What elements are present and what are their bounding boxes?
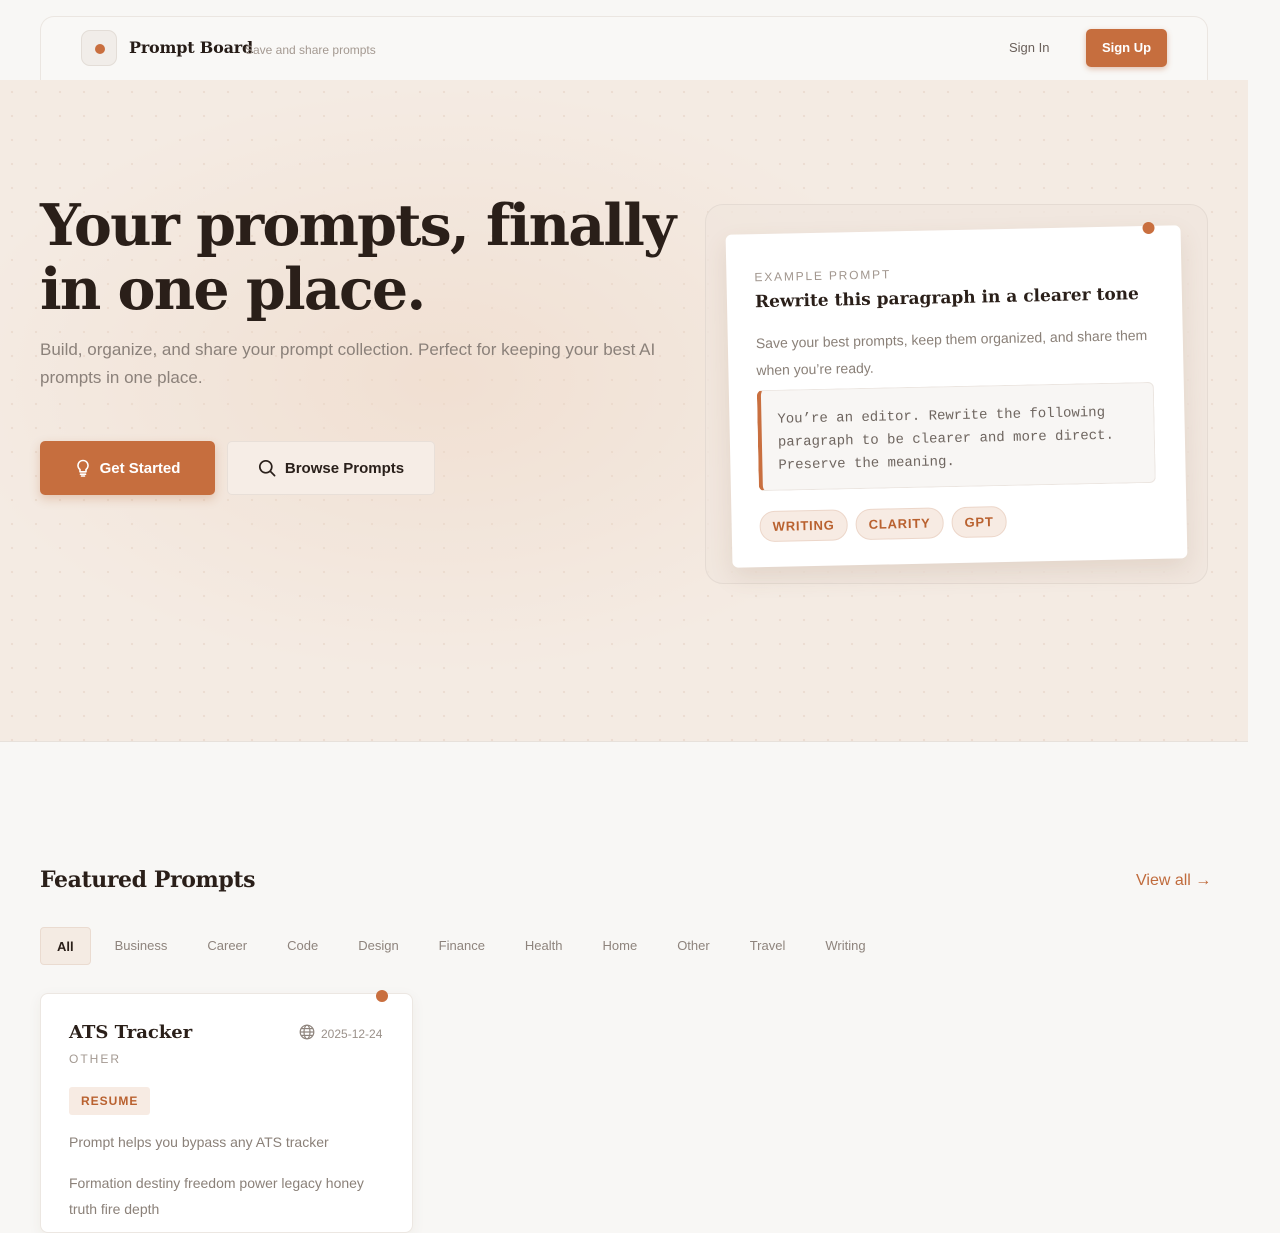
- search-icon: [258, 459, 276, 477]
- filter-all[interactable]: All: [40, 927, 91, 965]
- prompt-card-title: ATS Tracker: [69, 1022, 193, 1043]
- get-started-label: Get Started: [99, 459, 181, 477]
- filter-travel[interactable]: Travel: [730, 927, 806, 965]
- example-prompt-card: EXAMPLE PROMPT Rewrite this paragraph in…: [725, 221, 1188, 568]
- filter-finance[interactable]: Finance: [419, 927, 505, 965]
- tag-writing: WRITING: [759, 509, 848, 543]
- logo[interactable]: [81, 30, 117, 66]
- tag-clarity: CLARITY: [855, 507, 944, 541]
- example-kicker: EXAMPLE PROMPT: [754, 267, 892, 285]
- hero-lead: Build, organize, and share your prompt c…: [40, 340, 656, 387]
- sign-in-link[interactable]: Sign In: [1009, 40, 1049, 55]
- filter-code[interactable]: Code: [267, 927, 338, 965]
- top-bar: Prompt Board Save and share prompts Sign…: [0, 0, 1248, 80]
- logo-dot-icon: [95, 44, 105, 54]
- prompt-card-meta: 2025-12-24: [299, 1024, 382, 1043]
- pin-icon: [376, 990, 388, 1002]
- featured-prompts-title: Featured Prompts: [40, 867, 256, 893]
- navbar: Prompt Board Save and share prompts Sign…: [40, 16, 1208, 80]
- pin-icon: [1142, 221, 1155, 235]
- prompt-card-category: OTHER: [69, 1052, 121, 1066]
- category-filters: All Business Career Code Design Finance …: [40, 927, 886, 965]
- globe-icon: [299, 1024, 315, 1043]
- get-started-button[interactable]: Get Started: [40, 441, 215, 495]
- lightbulb-icon: [75, 459, 91, 477]
- hero-section: Your prompts, finally in one place. Buil…: [0, 80, 1248, 742]
- filter-writing[interactable]: Writing: [805, 927, 885, 965]
- prompt-card-tag: RESUME: [69, 1087, 151, 1115]
- hero-title: Your prompts, finally in one place.: [40, 192, 676, 323]
- example-prompt-frame: EXAMPLE PROMPT Rewrite this paragraph in…: [705, 204, 1208, 584]
- prompt-card[interactable]: ATS Tracker 2025-12-24 OTHER RESUME Prom…: [40, 990, 413, 1233]
- filter-design[interactable]: Design: [338, 927, 418, 965]
- brand-tagline: Save and share prompts: [245, 43, 376, 57]
- brand-name[interactable]: Prompt Board: [129, 38, 253, 57]
- filter-home[interactable]: Home: [583, 927, 658, 965]
- example-description: Save your best prompts, keep them organi…: [755, 326, 1148, 379]
- view-all-link[interactable]: View all →: [1136, 872, 1211, 890]
- browse-prompts-label: Browse Prompts: [284, 459, 405, 477]
- example-tags: WRITING CLARITY GPT: [759, 505, 1007, 543]
- filter-career[interactable]: Career: [187, 927, 267, 965]
- example-title: Rewrite this paragraph in a clearer tone: [754, 284, 1140, 313]
- filter-other[interactable]: Other: [657, 927, 730, 965]
- browse-prompts-button[interactable]: Browse Prompts: [227, 441, 435, 495]
- sign-up-button[interactable]: Sign Up: [1086, 29, 1167, 67]
- example-prompt-text: You’re an editor. Rewrite the following …: [756, 381, 1156, 492]
- prompt-card-date: 2025-12-24: [321, 1026, 383, 1041]
- prompt-card-body: Formation destiny freedom power legacy h…: [69, 1175, 364, 1217]
- filter-health[interactable]: Health: [505, 927, 583, 965]
- prompt-card-summary: Prompt helps you bypass any ATS tracker: [69, 1134, 329, 1150]
- tag-gpt: GPT: [951, 505, 1007, 539]
- filter-business[interactable]: Business: [95, 927, 188, 965]
